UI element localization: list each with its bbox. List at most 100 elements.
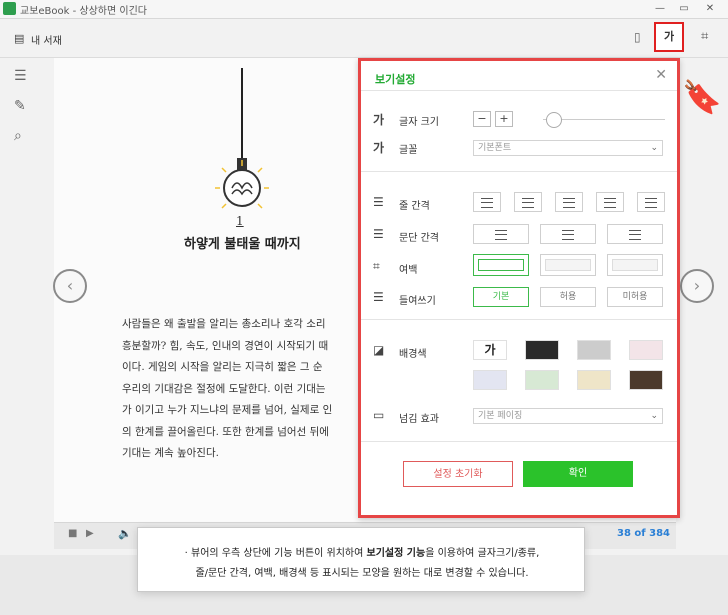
edit-icon[interactable]: ✎ [14, 98, 26, 114]
indent-option-allow[interactable]: 허용 [540, 287, 596, 307]
fullscreen-icon[interactable]: ⌗ [701, 29, 708, 44]
text-line: 의 한계를 끌어올린다. 또한 한계를 넘어선 뒤에 [122, 425, 329, 438]
page-effect-label: 넘김 효과 [399, 414, 439, 425]
stop-icon[interactable]: ■ [68, 528, 77, 539]
chapter-number: 1 [236, 214, 244, 228]
page-indicator: 38 of 384 [617, 528, 670, 539]
margin-option-3[interactable] [607, 254, 663, 276]
paragraph-spacing-label: 문단 간격 [399, 233, 439, 244]
font-size-increase-button[interactable]: + [495, 111, 513, 127]
line-spacing-label: 줄 간격 [399, 201, 430, 212]
confirm-button[interactable]: 확인 [523, 461, 633, 487]
search-icon[interactable]: ⌕ [14, 128, 22, 144]
text-line: 이다. 게임의 시작을 알리는 지극히 짧은 그 순 [122, 361, 323, 373]
font-size-icon: 가 [373, 113, 385, 127]
margin-2-preview [545, 259, 591, 271]
font-size-decrease-button[interactable]: − [473, 111, 491, 127]
paragraph-spacing-option-3[interactable] [607, 224, 663, 244]
paragraph-spacing-option-2[interactable] [540, 224, 596, 244]
indent-option-label: 미허용 [622, 292, 648, 302]
chevron-down-icon: ⌄ [650, 411, 658, 421]
bookmark-icon[interactable]: 🔖 [682, 78, 722, 116]
paragraph-spacing-2-icon [562, 230, 574, 240]
line-spacing-option-5[interactable] [637, 192, 665, 212]
next-page-button[interactable]: › [680, 269, 714, 303]
background-color-icon: ◪ [373, 343, 385, 357]
play-icon[interactable]: ▶ [86, 528, 94, 539]
indent-option-disallow[interactable]: 미허용 [607, 287, 663, 307]
font-select[interactable]: 기본폰트 ⌄ [473, 140, 663, 156]
prev-page-button[interactable]: ‹ [53, 269, 87, 303]
volume-icon[interactable]: 🔈 [118, 527, 132, 540]
book-icon[interactable]: ▤ [14, 32, 24, 45]
line-spacing-3-icon [563, 198, 575, 208]
dialog-title: 보기설정 [375, 73, 416, 86]
margin-option-2[interactable] [540, 254, 596, 276]
title-bar: 교보eBook - 상상하면 이긴다 — ▭ ✕ [0, 0, 728, 19]
bg-swatch-pink[interactable] [629, 340, 663, 360]
background-color-label: 배경색 [399, 349, 427, 360]
bg-swatch-white[interactable]: 가 [473, 340, 507, 360]
line-spacing-option-4[interactable] [596, 192, 624, 212]
line-spacing-option-3[interactable] [555, 192, 583, 212]
margin-label: 여백 [399, 265, 418, 276]
caption-emphasis: 보기설정 기능 [366, 548, 426, 559]
page-effect-value: 기본 페이징 [478, 411, 523, 421]
caption-text: 을 이용하여 글자크기/종류, [425, 548, 540, 559]
close-window-button[interactable]: ✕ [700, 1, 720, 16]
page-effect-select[interactable]: 기본 페이징 ⌄ [473, 408, 663, 424]
font-size-slider-handle[interactable] [546, 112, 563, 128]
paragraph-spacing-1-icon [495, 230, 507, 240]
toolbar: ▤ 내 서재 ▯ 가 ⌗ [0, 19, 728, 58]
font-size-label: 글자 크기 [399, 117, 439, 128]
chevron-down-icon: ⌄ [650, 143, 658, 153]
bg-swatch-gray[interactable] [577, 340, 611, 360]
list-icon[interactable]: ☰ [14, 68, 27, 84]
page-effect-icon: ▭ [373, 408, 385, 422]
library-label[interactable]: 내 서재 [31, 32, 62, 47]
indent-icon: ☰ [373, 290, 384, 304]
margin-option-1[interactable] [473, 254, 529, 276]
line-spacing-icon: ☰ [373, 195, 384, 209]
window-title: 교보eBook - 상상하면 이긴다 [20, 6, 147, 17]
line-spacing-5-icon [645, 198, 657, 208]
app-window: 교보eBook - 상상하면 이긴다 — ▭ ✕ ▤ 내 서재 ▯ 가 ⌗ ☰ … [0, 0, 728, 555]
close-icon[interactable]: ✕ [655, 67, 667, 83]
note-icon[interactable]: ▯ [634, 30, 641, 44]
bg-swatch-black[interactable] [525, 340, 559, 360]
minimize-button[interactable]: — [650, 1, 670, 16]
margin-icon: ⌗ [373, 259, 380, 273]
line-spacing-4-icon [604, 198, 616, 208]
divider [361, 171, 677, 172]
line-spacing-option-1[interactable] [473, 192, 501, 212]
text-line: 흥분할까? 힘, 속도, 인내의 경연이 시작되기 때 [122, 339, 329, 352]
margin-3-preview [612, 259, 658, 271]
font-select-value: 기본폰트 [478, 143, 512, 153]
margin-1-preview [478, 259, 524, 271]
view-settings-button[interactable]: 가 [654, 22, 684, 52]
bg-swatch-brown[interactable] [629, 370, 663, 390]
chapter-title: 하얗게 불태울 때까지 [184, 237, 301, 252]
bg-swatch-lavender[interactable] [473, 370, 507, 390]
paragraph-spacing-option-1[interactable] [473, 224, 529, 244]
text-line: 가 이기고 누가 지느냐의 문제를 넘어, 실제로 인 [122, 404, 333, 416]
caption-line-1: · 뷰어의 우측 상단에 기능 버튼이 위치하여 보기설정 기능을 이용하여 글… [138, 544, 586, 559]
divider [361, 90, 677, 91]
reset-settings-button[interactable]: 설정 초기화 [403, 461, 513, 487]
line-spacing-1-icon [481, 198, 493, 208]
bg-swatch-cream[interactable] [577, 370, 611, 390]
app-icon [3, 2, 16, 15]
text-line: 사람들은 왜 출발을 알리는 총소리나 호각 소리 [122, 318, 326, 330]
indent-option-label: 허용 [559, 292, 577, 302]
font-icon: 가 [373, 141, 385, 155]
book-body-text: 사람들은 왜 출발을 알리는 총소리나 호각 소리 흥분할까? 힘, 속도, 인… [122, 314, 367, 465]
maximize-button[interactable]: ▭ [674, 1, 694, 16]
text-line: 우리의 기대감은 절정에 도달한다. 이런 기대는 [122, 382, 326, 395]
view-settings-dialog: 보기설정 ✕ 가 글자 크기 − + 가 글꼴 기본폰트 ⌄ ☰ 줄 간격 ☰ … [358, 58, 680, 518]
line-spacing-option-2[interactable] [514, 192, 542, 212]
bg-swatch-mint[interactable] [525, 370, 559, 390]
lightbulb-illustration [215, 68, 269, 209]
text-line: 기대는 계속 높아진다. [122, 447, 219, 459]
caption-line-2: 줄/문단 간격, 여백, 배경색 등 표시되는 모양을 원하는 대로 변경할 수… [195, 568, 529, 579]
indent-option-default[interactable]: 기본 [473, 287, 529, 307]
